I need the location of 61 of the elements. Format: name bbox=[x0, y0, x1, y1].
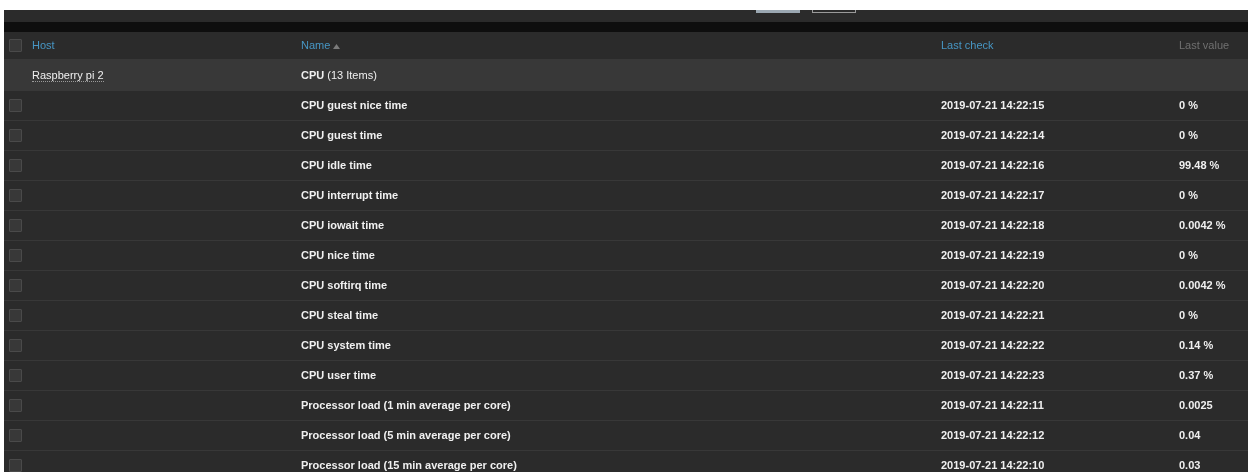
checkbox[interactable] bbox=[9, 219, 22, 232]
checkbox[interactable] bbox=[9, 99, 22, 112]
value: 0.0025 bbox=[1179, 399, 1213, 412]
timestamp: 2019-07-21 14:22:11 bbox=[941, 399, 1044, 412]
checkbox[interactable] bbox=[9, 129, 22, 142]
item-name: CPU user time bbox=[301, 369, 377, 382]
sort-up-icon bbox=[333, 43, 341, 49]
column-header: Last value bbox=[1179, 38, 1230, 54]
timestamp: 2019-07-21 14:22:14 bbox=[941, 129, 1045, 142]
checkbox[interactable] bbox=[9, 459, 22, 472]
button[interactable] bbox=[812, 10, 856, 13]
value: 0.0042 % bbox=[1179, 219, 1226, 232]
item-name: CPU nice time bbox=[301, 249, 375, 262]
timestamp: 2019-07-21 14:22:22 bbox=[941, 339, 1045, 352]
timestamp: 2019-07-21 14:22:23 bbox=[941, 369, 1045, 382]
timestamp: 2019-07-21 14:22:17 bbox=[941, 189, 1045, 202]
checkbox[interactable] bbox=[9, 39, 22, 52]
value: 99.48 % bbox=[1179, 159, 1220, 172]
value: 0.14 % bbox=[1179, 339, 1214, 352]
checkbox[interactable] bbox=[9, 339, 22, 352]
checkbox[interactable] bbox=[9, 399, 22, 412]
column-header[interactable]: Host bbox=[32, 37, 55, 54]
item-name: Processor load (5 min average per core) bbox=[301, 429, 511, 442]
value: 0 % bbox=[1179, 99, 1198, 112]
item-name: CPU idle time bbox=[301, 159, 372, 172]
item-name: CPU steal time bbox=[301, 309, 379, 322]
value: 0.37 % bbox=[1179, 369, 1214, 382]
checkbox[interactable] bbox=[9, 249, 22, 262]
item-name: CPU iowait time bbox=[301, 219, 385, 232]
value: 0 % bbox=[1179, 309, 1198, 322]
timestamp: 2019-07-21 14:22:18 bbox=[941, 219, 1045, 232]
value: 0.0042 % bbox=[1179, 279, 1226, 292]
item-name: Processor load (15 min average per core) bbox=[301, 459, 517, 472]
item-name: CPU interrupt time bbox=[301, 189, 399, 202]
column-header[interactable]: Name bbox=[301, 37, 341, 54]
host-link[interactable]: Raspberry pi 2 bbox=[32, 69, 104, 83]
value: 0 % bbox=[1179, 129, 1198, 142]
checkbox[interactable] bbox=[9, 159, 22, 172]
value: 0.03 bbox=[1179, 459, 1201, 472]
timestamp: 2019-07-21 14:22:20 bbox=[941, 279, 1045, 292]
value: 0.04 bbox=[1179, 429, 1201, 442]
checkbox[interactable] bbox=[9, 279, 22, 292]
item-name: Processor load (1 min average per core) bbox=[301, 399, 511, 412]
timestamp: 2019-07-21 14:22:16 bbox=[941, 159, 1045, 172]
checkbox[interactable] bbox=[9, 189, 22, 202]
checkbox[interactable] bbox=[9, 429, 22, 442]
item-name: CPU guest nice time bbox=[301, 99, 408, 112]
checkbox[interactable] bbox=[9, 369, 22, 382]
checkbox[interactable] bbox=[9, 309, 22, 322]
item-name: CPU system time bbox=[301, 339, 391, 352]
column-header[interactable]: Last check bbox=[941, 37, 994, 54]
timestamp: 2019-07-21 14:22:19 bbox=[941, 249, 1045, 262]
item-name: CPU softirq time bbox=[301, 279, 388, 292]
timestamp: 2019-07-21 14:22:10 bbox=[941, 459, 1045, 472]
value: 0 % bbox=[1179, 249, 1198, 262]
group-name: CPU (13 Items) bbox=[301, 69, 377, 82]
timestamp: 2019-07-21 14:22:21 bbox=[941, 309, 1045, 322]
timestamp: 2019-07-21 14:22:15 bbox=[941, 99, 1045, 112]
value: 0 % bbox=[1179, 189, 1198, 202]
item-name: CPU guest time bbox=[301, 129, 383, 142]
timestamp: 2019-07-21 14:22:12 bbox=[941, 429, 1045, 442]
